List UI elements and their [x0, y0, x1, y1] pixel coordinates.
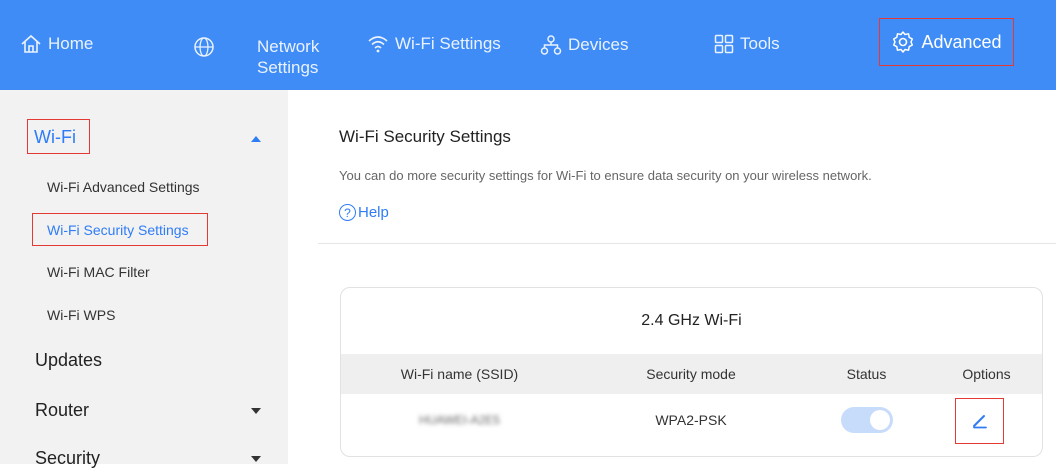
devices-icon	[540, 35, 562, 55]
status-cell	[804, 394, 929, 446]
wifi-status-toggle[interactable]	[840, 407, 893, 433]
edit-button[interactable]	[955, 398, 1004, 444]
gear-icon	[893, 31, 914, 53]
sidebar-item-wifi-security[interactable]: Wi-Fi Security Settings	[47, 222, 189, 238]
nav-home[interactable]: Home	[20, 34, 93, 54]
column-header-status: Status	[846, 366, 887, 382]
sidebar-item-wifi-wps[interactable]: Wi-Fi WPS	[47, 307, 115, 323]
nav-tools[interactable]: Tools	[714, 34, 780, 54]
table-header: Wi-Fi name (SSID) Security mode Status O…	[341, 354, 1042, 394]
edit-pencil-icon	[972, 415, 987, 429]
top-navigation-bar: Home Network Settings Wi-Fi Settings Dev…	[0, 0, 1056, 90]
wifi-icon	[368, 36, 388, 53]
column-header-security-mode: Security mode	[646, 366, 736, 382]
nav-network-globe[interactable]	[193, 36, 221, 58]
column-header-ssid: Wi-Fi name (SSID)	[400, 366, 519, 382]
sidebar-item-wifi-mac-filter[interactable]: Wi-Fi MAC Filter	[47, 264, 150, 280]
nav-devices[interactable]: Devices	[540, 34, 628, 56]
security-mode-cell: WPA2-PSK	[655, 412, 727, 428]
nav-advanced[interactable]: Advanced	[879, 18, 1014, 66]
nav-devices-label: Devices	[568, 35, 629, 54]
sidebar-item-router[interactable]: Router	[35, 400, 89, 421]
table-row: HUAWEI-A2E5 WPA2-PSK	[341, 394, 1042, 446]
ssid-cell: HUAWEI-A2E5	[341, 394, 578, 446]
nav-network-label-line1: Network	[257, 37, 320, 56]
nav-network-settings[interactable]: Network Settings	[257, 36, 319, 78]
chevron-up-icon[interactable]	[251, 136, 261, 142]
card-title: 2.4 GHz Wi-Fi	[641, 312, 742, 329]
globe-icon	[194, 37, 214, 57]
sidebar-item-security[interactable]: Security	[35, 448, 100, 469]
nav-home-label: Home	[48, 34, 94, 53]
page-title: Wi-Fi Security Settings	[339, 127, 511, 146]
nav-tools-label: Tools	[740, 34, 780, 53]
column-header-options: Options	[962, 366, 1011, 382]
help-label: Help	[358, 204, 389, 221]
nav-wifi-label: Wi-Fi Settings	[395, 34, 501, 53]
divider	[318, 243, 1056, 244]
tools-grid-icon	[714, 34, 734, 54]
home-icon	[21, 34, 41, 53]
sidebar-item-wifi[interactable]: Wi-Fi	[34, 127, 76, 148]
sidebar: Wi-Fi Wi-Fi Advanced Settings Wi-Fi Secu…	[0, 90, 288, 468]
wifi-24ghz-card: 2.4 GHz Wi-Fi Wi-Fi name (SSID) Security…	[340, 287, 1043, 457]
help-icon: ?	[339, 204, 356, 221]
help-link[interactable]: ? Help	[339, 204, 389, 221]
toggle-knob	[869, 410, 890, 430]
nav-network-label-line2: Settings	[257, 58, 319, 77]
nav-wifi-settings[interactable]: Wi-Fi Settings	[367, 34, 501, 54]
sidebar-item-wifi-advanced[interactable]: Wi-Fi Advanced Settings	[47, 179, 200, 195]
chevron-down-icon[interactable]	[251, 456, 261, 462]
chevron-down-icon[interactable]	[251, 408, 261, 414]
ssid-value-blurred: HUAWEI-A2E5	[419, 413, 500, 427]
page-description: You can do more security settings for Wi…	[339, 168, 872, 183]
sidebar-item-updates[interactable]: Updates	[35, 350, 102, 371]
nav-advanced-label: Advanced	[921, 31, 1002, 52]
